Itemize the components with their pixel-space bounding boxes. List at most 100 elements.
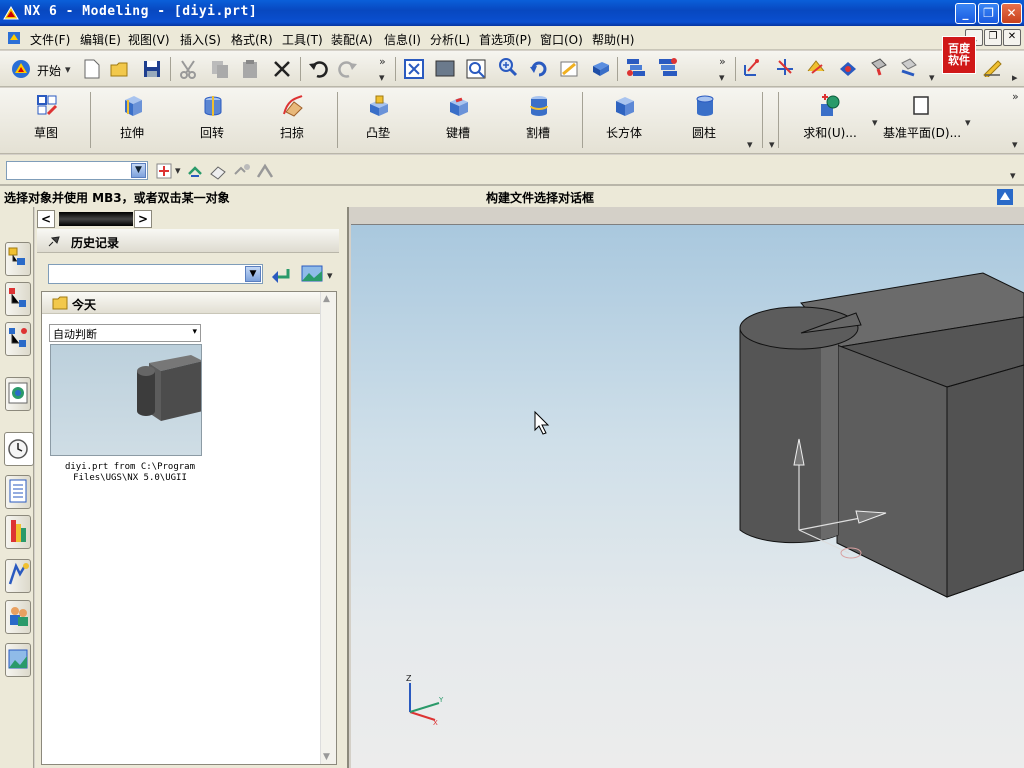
- zoom-region-icon[interactable]: [466, 59, 486, 79]
- block-button[interactable]: 长方体: [589, 92, 659, 144]
- slot-button[interactable]: 键槽: [423, 92, 493, 144]
- open-folder-icon[interactable]: [110, 59, 130, 79]
- eraser-icon[interactable]: [208, 162, 228, 182]
- menu-edit[interactable]: 编辑(E): [80, 31, 121, 48]
- view-triad-y: [409, 702, 440, 713]
- select-point-icon[interactable]: [232, 162, 252, 182]
- baidu-software-badge: 百度 软件: [942, 36, 976, 74]
- snap-point-icon[interactable]: [255, 162, 275, 182]
- start-button[interactable]: 开始: [37, 62, 61, 79]
- history-filter-select[interactable]: ▼: [48, 264, 263, 284]
- revolve-button[interactable]: 回转: [177, 92, 247, 144]
- general-select-icon[interactable]: [185, 162, 205, 182]
- reuse-library-tab[interactable]: [5, 475, 31, 509]
- scroll-down-icon[interactable]: ▼: [323, 752, 330, 762]
- delete-icon[interactable]: [272, 59, 292, 79]
- chevron-down-icon[interactable]: ▼: [131, 163, 146, 178]
- sweep-icon: [283, 95, 303, 117]
- history-tab[interactable]: [4, 432, 34, 466]
- menu-assembly[interactable]: 装配(A): [331, 31, 373, 48]
- view-mode-select[interactable]: 自动判断 ▾: [49, 324, 201, 342]
- roles-tab[interactable]: [5, 559, 31, 593]
- save-icon[interactable]: [142, 59, 162, 79]
- slot-icon: [450, 97, 468, 116]
- paste-icon[interactable]: [240, 59, 260, 79]
- chevron-down-icon[interactable]: ▼: [245, 266, 261, 282]
- chevron-left-icon[interactable]: <: [37, 210, 55, 228]
- resource-bar: [0, 207, 34, 768]
- unite-label: 求和(U)...: [803, 126, 857, 140]
- shaded-view-icon[interactable]: [590, 59, 610, 79]
- constraint-navigator-icon: [9, 288, 26, 307]
- palette-view-icon[interactable]: [300, 263, 326, 285]
- process-studio-tab[interactable]: [5, 515, 31, 549]
- cut-icon[interactable]: [178, 59, 198, 79]
- status-icon: [997, 189, 1013, 205]
- minimize-button[interactable]: _: [955, 3, 976, 24]
- pin-icon[interactable]: [47, 234, 61, 248]
- menu-tools[interactable]: 工具(T): [282, 31, 323, 48]
- history-list: 今天 ▲ ▼ 自动判断 ▾ diyi.prt from C:\Program F…: [41, 291, 337, 765]
- point-icon[interactable]: [742, 57, 762, 77]
- restore-button[interactable]: ❐: [978, 3, 999, 24]
- display-edit-icon[interactable]: [868, 57, 888, 77]
- web-browser-tab[interactable]: [5, 377, 31, 411]
- pad-button[interactable]: 凸垫: [343, 92, 413, 144]
- badge-line-2: 软件: [948, 54, 970, 67]
- hide-icon[interactable]: [898, 57, 918, 77]
- undo-icon[interactable]: [308, 59, 328, 79]
- type-filter-select[interactable]: ▼: [6, 161, 148, 180]
- menu-information[interactable]: 信息(I): [384, 31, 421, 48]
- scroll-up-icon[interactable]: ▲: [323, 294, 330, 304]
- graphics-window[interactable]: Z X Y: [351, 224, 1024, 768]
- sweep-button[interactable]: 扫掠: [257, 92, 327, 144]
- part-navigator-tab[interactable]: [5, 322, 31, 356]
- selection-scope-icon[interactable]: [155, 161, 175, 181]
- system-scenes-tab[interactable]: [5, 643, 31, 677]
- sketch-button[interactable]: 草图: [11, 92, 81, 144]
- feature-toolbar: 草图 拉伸 回转 扫掠 凸垫 键槽 割槽 长方体 圆柱 ▾ ▾ 求和(U)...: [0, 88, 1024, 154]
- assembly-navigator-tab[interactable]: [5, 242, 31, 276]
- datum-plane-button[interactable]: 基准平面(D)...: [882, 92, 962, 144]
- move-object-icon[interactable]: [806, 57, 826, 77]
- redo-icon[interactable]: [338, 59, 358, 79]
- rotate-icon[interactable]: [529, 59, 549, 79]
- history-scrollbar[interactable]: ▲ ▼: [320, 292, 336, 764]
- menu-help[interactable]: 帮助(H): [592, 31, 634, 48]
- chevron-right-icon[interactable]: >: [134, 210, 152, 228]
- copy-icon[interactable]: [210, 59, 230, 79]
- menu-view[interactable]: 视图(V): [128, 31, 170, 48]
- doc-close-button[interactable]: ✕: [1003, 29, 1021, 46]
- doc-restore-button[interactable]: ❐: [984, 29, 1002, 46]
- group-header[interactable]: 今天: [42, 292, 322, 314]
- constraint-navigator-tab[interactable]: [5, 282, 31, 316]
- menu-window[interactable]: 窗口(O): [540, 31, 583, 48]
- triad-y-label: Y: [438, 696, 444, 704]
- system-materials-tab[interactable]: [5, 600, 31, 634]
- close-button[interactable]: ✕: [1001, 3, 1022, 24]
- layer-settings-icon[interactable]: [626, 57, 646, 77]
- extrude-button[interactable]: 拉伸: [97, 92, 167, 144]
- new-file-icon[interactable]: [82, 59, 102, 79]
- chevron-down-icon[interactable]: ▾: [192, 327, 197, 337]
- groove-button[interactable]: 割槽: [503, 92, 573, 144]
- datum-axis-icon[interactable]: [775, 57, 795, 77]
- visible-layers-icon[interactable]: [658, 57, 678, 77]
- unite-button[interactable]: 求和(U)...: [792, 92, 868, 144]
- cylinder-button[interactable]: 圆柱: [669, 92, 739, 144]
- menu-analysis[interactable]: 分析(L): [430, 31, 470, 48]
- history-thumbnail[interactable]: [50, 344, 202, 456]
- zoom-window-icon[interactable]: [435, 59, 455, 79]
- zoom-icon[interactable]: [498, 57, 518, 77]
- back-arrow-icon[interactable]: [270, 265, 292, 285]
- view-mode-value: 自动判断: [53, 328, 97, 341]
- perspective-icon[interactable]: [560, 59, 580, 79]
- measure-ruler-icon[interactable]: [982, 57, 1002, 77]
- fit-view-icon[interactable]: [404, 59, 424, 79]
- menu-format[interactable]: 格式(R): [231, 31, 273, 48]
- menu-file[interactable]: 文件(F): [30, 31, 70, 48]
- select-filter-icon[interactable]: [838, 59, 858, 79]
- slot-label: 键槽: [445, 126, 470, 140]
- menu-insert[interactable]: 插入(S): [180, 31, 221, 48]
- menu-preferences[interactable]: 首选项(P): [479, 31, 532, 48]
